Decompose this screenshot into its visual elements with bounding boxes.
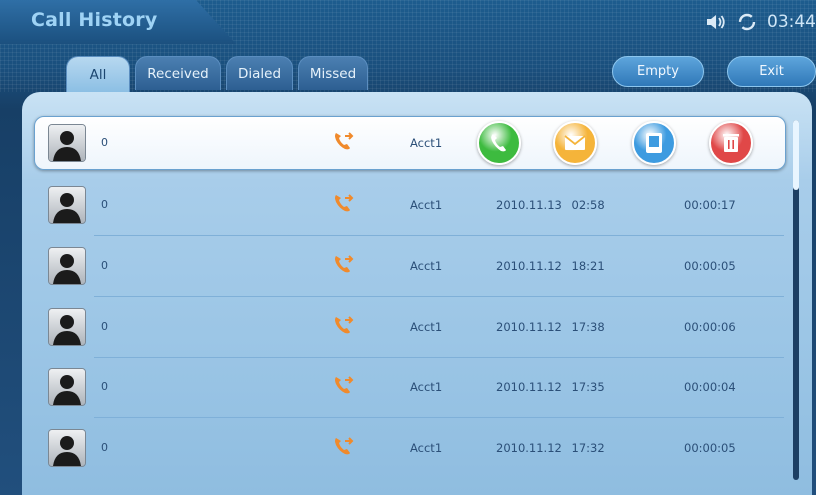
row-divider [94, 235, 784, 236]
avatar [49, 309, 85, 345]
call-button[interactable] [477, 121, 521, 165]
dialed-call-icon [332, 253, 354, 279]
clock: 03:44 [767, 12, 816, 32]
call-icon [487, 131, 511, 155]
row-divider [94, 296, 784, 297]
dialed-call-icon [332, 435, 354, 461]
call-duration: 00:00:06 [684, 320, 736, 334]
call-date: 2010.11.12 17:38 [496, 320, 605, 334]
tab-missed[interactable]: Missed [298, 56, 368, 90]
speaker-icon [705, 13, 727, 31]
tab-dialed[interactable]: Dialed [226, 56, 293, 90]
account-label: Acct1 [410, 136, 443, 150]
call-duration: 00:00:05 [684, 259, 736, 273]
caller-number: 0 [101, 380, 108, 393]
call-date: 2010.11.12 17:32 [496, 441, 605, 455]
sync-icon [737, 12, 757, 32]
call-row[interactable]: 0 Acct1 2010.11.12 17:32 00:00:05 [34, 419, 786, 479]
avatar [49, 187, 85, 223]
avatar [49, 430, 85, 466]
status-area: 03:44 [705, 9, 816, 35]
caller-number: 0 [101, 320, 108, 333]
exit-button[interactable]: Exit [727, 56, 816, 87]
call-duration: 00:00:05 [684, 441, 736, 455]
row-divider [94, 417, 784, 418]
call-history-screen: Call History 03:44 All Received Dialed M… [0, 0, 816, 495]
call-date: 2010.11.13 02:58 [496, 198, 605, 212]
call-date: 2010.11.12 17:35 [496, 380, 605, 394]
empty-button[interactable]: Empty [612, 56, 704, 87]
scroll-thumb[interactable] [793, 120, 799, 190]
call-row[interactable]: 0 Acct1 2010.11.12 17:38 00:00:06 [34, 298, 786, 358]
call-row[interactable]: 0 Acct1 [34, 114, 786, 174]
account-label: Acct1 [410, 441, 443, 455]
dialed-call-icon [332, 130, 354, 156]
dialed-call-icon [332, 314, 354, 340]
call-row[interactable]: 0 Acct1 2010.11.12 17:35 00:00:04 [34, 358, 786, 418]
delete-button[interactable] [709, 121, 753, 165]
caller-number: 0 [101, 259, 108, 272]
call-date: 2010.11.12 18:21 [496, 259, 605, 273]
contact-button[interactable] [632, 121, 676, 165]
avatar [49, 248, 85, 284]
caller-number: 0 [101, 136, 108, 149]
caller-number: 0 [101, 441, 108, 454]
account-label: Acct1 [410, 198, 443, 212]
tab-all[interactable]: All [66, 56, 130, 92]
avatar [49, 369, 85, 405]
account-label: Acct1 [410, 380, 443, 394]
message-button[interactable] [553, 121, 597, 165]
account-label: Acct1 [410, 320, 443, 334]
call-duration: 00:00:17 [684, 198, 736, 212]
call-row[interactable]: 0 Acct1 2010.11.13 02:58 00:00:17 [34, 176, 786, 236]
caller-number: 0 [101, 198, 108, 211]
avatar [49, 125, 85, 161]
account-label: Acct1 [410, 259, 443, 273]
call-row[interactable]: 0 Acct1 2010.11.12 18:21 00:00:05 [34, 237, 786, 297]
scrollbar[interactable] [793, 120, 799, 480]
tab-received[interactable]: Received [135, 56, 221, 90]
dialed-call-icon [332, 374, 354, 400]
call-duration: 00:00:04 [684, 380, 736, 394]
dialed-call-icon [332, 192, 354, 218]
page-title: Call History [31, 9, 158, 31]
message-icon [563, 133, 587, 153]
contact-icon [643, 131, 665, 155]
delete-icon [720, 131, 742, 155]
